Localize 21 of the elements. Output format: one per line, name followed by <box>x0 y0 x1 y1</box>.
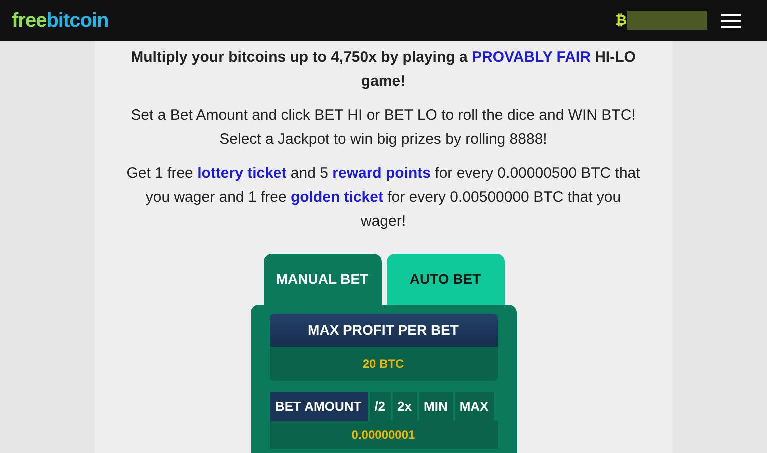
bet-adjust-button[interactable]: 2x <box>392 392 417 421</box>
bet-mode-tab[interactable]: AUTO BET <box>386 254 504 305</box>
logo-text[interactable]: bitcoin <box>46 6 109 36</box>
text-link[interactable]: lottery ticket <box>198 165 287 182</box>
bet-amount-field[interactable]: 0.00000001 <box>270 421 498 449</box>
intro-paragraph: Get 1 free lottery ticket and 5 reward points for every 0.00000500 BTC that you wager and 1 free golden ticket for every 0.00500000 BTC that you wager! <box>126 164 642 232</box>
intro-paragraph: Multiply your bitcoins up to 4,750x by playing a PROVABLY FAIR HI-LO game! <box>130 48 637 92</box>
bet-adjust-button[interactable]: /2 <box>370 392 391 421</box>
bet-adjust-button[interactable]: MAX <box>454 392 494 421</box>
bet-amount-label: BET AMOUNT <box>270 392 368 421</box>
max-profit-label: MAX PROFIT PER BET <box>270 314 498 347</box>
logo-text[interactable]: free <box>12 6 47 36</box>
text-link[interactable]: PROVABLY FAIR <box>472 49 591 66</box>
bet-mode-tab[interactable]: MANUAL BET <box>264 254 382 305</box>
bitcoin-icon: ₿ <box>616 10 627 31</box>
intro-paragraph: Set a Bet Amount and click BET HI or BET LO to roll the dice and WIN BTC! Select a Jackpot to win big prizes by rolling 8888! <box>130 106 637 150</box>
max-profit-value: 20 BTC <box>270 347 498 381</box>
text-link[interactable]: golden ticket <box>290 189 384 206</box>
bet-adjust-button[interactable]: MIN <box>419 392 453 421</box>
text-link[interactable]: reward points <box>332 165 431 182</box>
menu-icon[interactable] <box>721 12 741 28</box>
